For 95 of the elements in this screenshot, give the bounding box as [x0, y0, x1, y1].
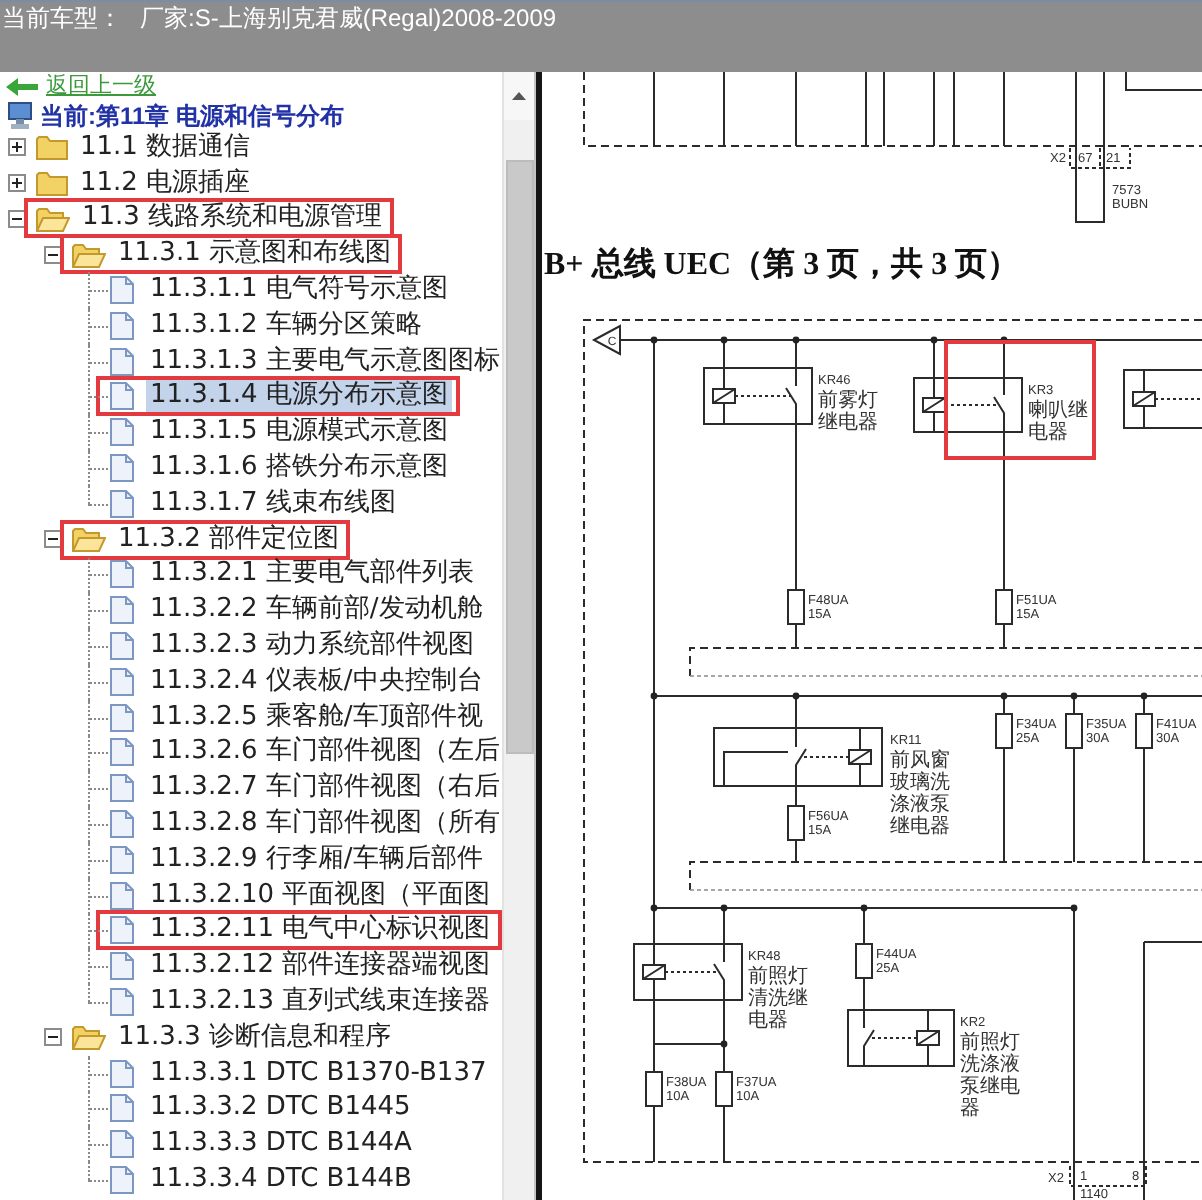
tree-item[interactable]: 11.3.2.2 车辆前部/发动机舱 [146, 594, 487, 627]
page-icon [110, 667, 134, 696]
page-icon [110, 916, 134, 945]
tree-item[interactable]: 11.3.2.4 仪表板/中央控制台 [146, 665, 487, 698]
page-icon [110, 454, 134, 483]
page-icon [110, 596, 134, 625]
page-icon [110, 382, 134, 411]
tree-item[interactable]: 11.3.2.13 直列式线束连接器 [146, 986, 495, 1019]
page-icon [110, 1166, 134, 1194]
page-icon [110, 1059, 134, 1088]
tree-item[interactable]: 11.3.3.4 DTC B144B [146, 1164, 416, 1196]
page-icon [110, 774, 134, 803]
tree-item[interactable]: 11.3.1.5 电源模式示意图 [146, 416, 452, 449]
relay-symbol [913, 377, 1023, 433]
tree-item[interactable]: 11.3.2.12 部件连接器端视图 [146, 950, 495, 983]
collapse-icon[interactable] [44, 1028, 62, 1047]
collapse-icon[interactable] [8, 209, 26, 228]
relay-name-label: 前照灯清洗继电器 [748, 966, 808, 1032]
back-link[interactable]: 返回上一级 [46, 73, 156, 99]
tree-item[interactable]: 11.3 线路系统和电源管理 [78, 202, 387, 235]
tree-item[interactable]: 11.3.2 部件定位图 [114, 523, 343, 556]
tree-item[interactable]: 11.3.2.8 车门部件视图（所有 [146, 808, 502, 841]
tree-item[interactable]: 11.1 数据通信 [76, 131, 255, 164]
current-chapter: 当前:第11章 电源和信号分布 [40, 101, 345, 129]
page-icon [110, 703, 134, 732]
tree-item[interactable]: 11.3.1.1 电气符号示意图 [146, 274, 452, 307]
page-icon [110, 810, 134, 839]
expand-icon[interactable] [8, 174, 26, 193]
open-folder-icon [72, 241, 106, 268]
tree-item[interactable]: 11.3.2.7 车门部件视图（右后 [146, 772, 502, 805]
tree-item[interactable]: 11.3.2.10 平面视图（平面图 [146, 879, 495, 912]
tree-item[interactable]: 11.3.3.1 DTC B1370-B137 [146, 1057, 491, 1090]
tree-item[interactable]: 11.3.2.6 车门部件视图（左后 [146, 736, 502, 769]
page-icon [110, 845, 134, 874]
tree-item[interactable]: 11.3.1.7 线束布线图 [146, 487, 400, 520]
tree-item[interactable]: 11.3.2.11 电气中心标识视图 [146, 914, 495, 947]
fuse-symbol [715, 1071, 733, 1107]
scrollbar-thumb[interactable] [505, 160, 533, 754]
page-icon [110, 347, 134, 376]
page-icon [110, 418, 134, 447]
fuse-symbol [1135, 713, 1153, 749]
computer-icon [8, 101, 32, 129]
page-icon [110, 311, 134, 340]
tree-item[interactable]: 11.3.1.2 车辆分区策略 [146, 309, 426, 342]
fuse-symbol [1065, 713, 1083, 749]
page-icon [110, 988, 134, 1017]
diagram-heading: B+ 总线 UEC（第 3 页，共 3 页） [542, 245, 1022, 285]
scrollbar[interactable] [502, 72, 534, 1200]
vehicle-name: 厂家:S-上海别克君威(Regal)2008-2009 [140, 4, 557, 34]
fuse-symbol [995, 589, 1013, 625]
vehicle-label: 当前车型： [2, 4, 122, 34]
fuse-symbol [855, 943, 873, 979]
up-arrow-icon [512, 92, 526, 100]
relay-name-label: 前照灯洗涤液泵继电器 [960, 1032, 1020, 1120]
page-icon [110, 560, 134, 589]
relay-name-label: 前雾灯继电器 [818, 390, 878, 434]
page-icon [110, 1130, 134, 1159]
connector-outline [1069, 147, 1131, 169]
page-icon [110, 1094, 134, 1123]
fuse-symbol [787, 589, 805, 625]
open-folder-icon [72, 1024, 106, 1051]
back-arrow-icon[interactable] [6, 77, 38, 95]
page-icon [110, 276, 134, 305]
collapse-icon[interactable] [44, 245, 62, 264]
page-icon [110, 738, 134, 767]
tree-item[interactable]: 11.3.1 示意图和布线图 [114, 238, 395, 271]
page-icon [110, 489, 134, 518]
tree-item[interactable]: 11.3.1.3 主要电气示意图图标 [146, 345, 502, 378]
tree-item[interactable]: 11.3.1.4 电源分布示意图 [146, 380, 452, 413]
connector-outline [1069, 1165, 1147, 1187]
page-icon [110, 881, 134, 910]
relay-name-label: 喇叭继电器 [1028, 400, 1088, 444]
page-icon [110, 952, 134, 981]
tree-item[interactable]: 11.3.2.9 行李厢/车辆后部件 [146, 843, 487, 876]
tree-item[interactable]: 11.3.3.3 DTC B144A [146, 1128, 416, 1161]
open-folder-icon [72, 526, 106, 553]
tree-item[interactable]: 11.3.3 诊断信息和程序 [114, 1021, 395, 1054]
expand-icon[interactable] [8, 138, 26, 157]
folder-icon [36, 134, 68, 161]
folder-icon [36, 170, 68, 197]
collapse-icon[interactable] [44, 530, 62, 549]
tree-item[interactable]: 11.3.3.2 DTC B1445 [146, 1092, 415, 1125]
fuse-symbol [995, 713, 1013, 749]
tree-item[interactable]: 11.3.2.1 主要电气部件列表 [146, 558, 478, 591]
tree-item[interactable]: 11.2 电源插座 [76, 167, 255, 200]
scroll-up-button[interactable] [504, 72, 534, 120]
connector-symbol [591, 324, 621, 356]
tree-item[interactable]: 11.3.2.5 乘客舱/车顶部件视 [146, 701, 487, 734]
fuse-symbol [787, 805, 805, 841]
fuse-symbol [645, 1071, 663, 1107]
tree-item[interactable]: 11.3.2.3 动力系统部件视图 [146, 630, 478, 663]
relay-name-label: 前风窗玻璃洗涤液泵继电器 [890, 750, 950, 838]
page-icon [110, 632, 134, 661]
open-folder-icon [36, 205, 70, 232]
tree-item[interactable]: 11.3.1.6 搭铁分布示意图 [146, 452, 452, 485]
